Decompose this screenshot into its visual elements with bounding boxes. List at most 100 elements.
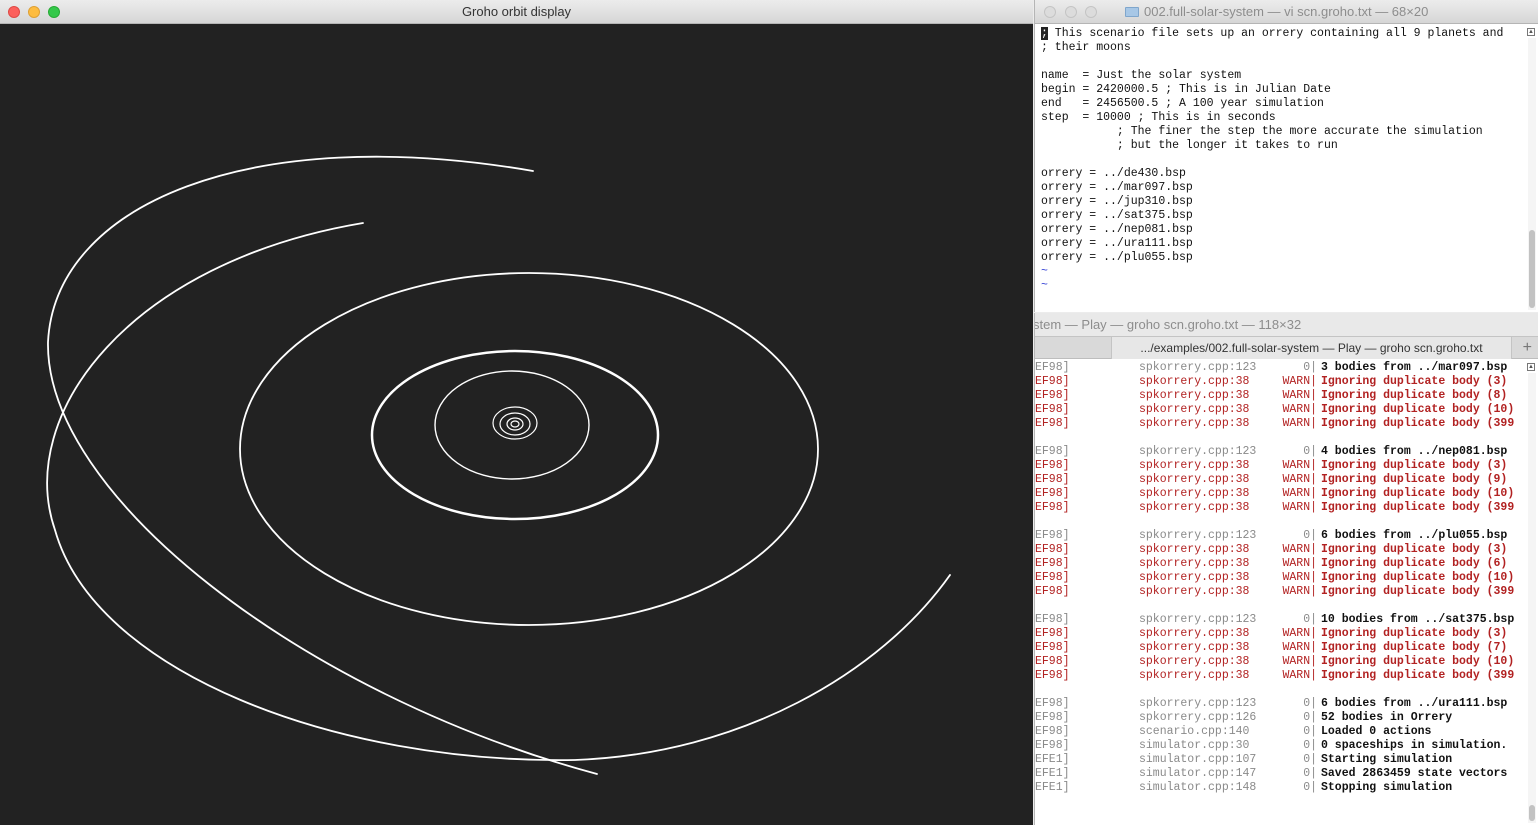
log-source: spkorrery.cpp:123	[1139, 613, 1257, 626]
vi-line: orrery = ../ura111.bsp	[1041, 237, 1193, 250]
log-source: simulator.cpp:147	[1139, 767, 1257, 780]
log-level: 0|	[1303, 697, 1317, 710]
orbit-window-titlebar[interactable]: Groho orbit display	[0, 0, 1033, 24]
log-window-titlebar[interactable]: stem — Play — groho scn.groho.txt — 118×…	[1035, 313, 1538, 336]
log-thread-tag: EF98]	[1035, 417, 1070, 430]
vi-editor-buffer[interactable]: ; This scenario file sets up an orrery c…	[1041, 27, 1503, 293]
log-message: Ignoring duplicate body (10)	[1321, 403, 1515, 416]
log-source: spkorrery.cpp:38	[1139, 543, 1250, 556]
tab-play-groho[interactable]: .../examples/002.full-solar-system — Pla…	[1111, 337, 1512, 359]
vi-line-text: This scenario file sets up an orrery con…	[1047, 27, 1504, 40]
log-level: WARN|	[1282, 557, 1317, 570]
log-source: spkorrery.cpp:38	[1139, 403, 1250, 416]
close-window-button[interactable]	[1044, 6, 1056, 18]
orbit-uranus	[239, 272, 819, 626]
vi-line: ; This scenario file sets up an orrery c…	[1041, 27, 1503, 41]
log-source: spkorrery.cpp:38	[1139, 487, 1250, 500]
log-source: spkorrery.cpp:123	[1139, 529, 1257, 542]
log-level: WARN|	[1282, 473, 1317, 486]
log-message: Ignoring duplicate body (3)	[1321, 627, 1508, 640]
zoom-window-button[interactable]	[1085, 6, 1097, 18]
vi-window-title: 002.full-solar-system — vi scn.groho.txt…	[1125, 4, 1428, 19]
log-source: spkorrery.cpp:38	[1139, 375, 1250, 388]
orbit-earth	[499, 412, 531, 436]
log-scrollbar[interactable]	[1528, 373, 1536, 823]
log-thread-tag: EF98]	[1035, 487, 1070, 500]
log-source: spkorrery.cpp:38	[1139, 655, 1250, 668]
log-source: spkorrery.cpp:38	[1139, 585, 1250, 598]
log-message: Loaded 0 actions	[1321, 725, 1432, 738]
log-message: Ignoring duplicate body (3)	[1321, 459, 1508, 472]
minimize-window-button[interactable]	[1065, 6, 1077, 18]
vi-line	[1041, 153, 1503, 167]
log-message: Ignoring duplicate body (3)	[1321, 375, 1508, 388]
vi-line: ; but the longer it takes to run	[1041, 139, 1338, 152]
log-source: spkorrery.cpp:123	[1139, 445, 1257, 458]
orbit-venus	[506, 417, 524, 431]
log-scrollbar-thumb[interactable]	[1529, 805, 1535, 821]
log-source: spkorrery.cpp:38	[1139, 557, 1250, 570]
log-source: spkorrery.cpp:38	[1139, 641, 1250, 654]
orbit-pluto	[47, 155, 598, 775]
scroll-up-arrow[interactable]: ▲	[1527, 363, 1535, 371]
log-thread-tag: EF98]	[1035, 459, 1070, 472]
log-message: Ignoring duplicate body (399	[1321, 585, 1515, 598]
log-source: spkorrery.cpp:38	[1139, 501, 1250, 514]
log-source: spkorrery.cpp:123	[1139, 361, 1257, 374]
vi-terminal-window: 002.full-solar-system — vi scn.groho.txt…	[1034, 0, 1538, 312]
log-level: WARN|	[1282, 487, 1317, 500]
log-level: WARN|	[1282, 417, 1317, 430]
vi-empty-line-tilde: ~	[1041, 265, 1048, 278]
log-thread-tag: EF98]	[1035, 711, 1070, 724]
vi-scrollbar-thumb[interactable]	[1529, 230, 1535, 308]
log-window-title: stem — Play — groho scn.groho.txt — 118×…	[1034, 317, 1302, 332]
vi-line: ; The finer the step the more accurate t…	[1041, 125, 1483, 138]
log-source: spkorrery.cpp:38	[1139, 389, 1250, 402]
log-thread-tag: EF98]	[1035, 403, 1070, 416]
log-source: spkorrery.cpp:38	[1139, 459, 1250, 472]
log-message: Ignoring duplicate body (6)	[1321, 557, 1508, 570]
log-level: WARN|	[1282, 641, 1317, 654]
log-thread-tag: EF98]	[1035, 375, 1070, 388]
vi-line: end = 2456500.5 ; A 100 year simulation	[1041, 97, 1324, 110]
vi-scrollbar[interactable]	[1528, 38, 1536, 310]
log-message: Ignoring duplicate body (10)	[1321, 487, 1515, 500]
log-message: 10 bodies from ../sat375.bsp	[1321, 613, 1515, 626]
log-source: spkorrery.cpp:38	[1139, 473, 1250, 486]
orbit-mercury	[510, 420, 520, 428]
log-thread-tag: EFE1]	[1035, 767, 1070, 780]
orbit-window-title: Groho orbit display	[461, 4, 572, 19]
log-thread-tag: EF98]	[1035, 361, 1070, 374]
vi-cursor: ;	[1041, 27, 1048, 40]
new-tab-plus-icon[interactable]: +	[1523, 339, 1532, 357]
log-thread-tag: EF98]	[1035, 445, 1070, 458]
log-thread-tag: EF98]	[1035, 501, 1070, 514]
vi-line: orrery = ../de430.bsp	[1041, 167, 1186, 180]
log-level: 0|	[1303, 613, 1317, 626]
log-thread-tag: EF98]	[1035, 641, 1070, 654]
log-source: spkorrery.cpp:38	[1139, 627, 1250, 640]
log-message: 4 bodies from ../nep081.bsp	[1321, 445, 1508, 458]
orbit-canvas[interactable]	[0, 24, 1033, 825]
log-message: Ignoring duplicate body (7)	[1321, 641, 1508, 654]
vi-line: orrery = ../sat375.bsp	[1041, 209, 1193, 222]
log-terminal-window: stem — Play — groho scn.groho.txt — 118×…	[1034, 313, 1538, 825]
scroll-up-arrow[interactable]: ▲	[1527, 28, 1535, 36]
log-message: Ignoring duplicate body (10)	[1321, 655, 1515, 668]
log-message: Saved 2863459 state vectors	[1321, 767, 1508, 780]
vi-window-titlebar[interactable]: 002.full-solar-system — vi scn.groho.txt…	[1035, 0, 1538, 24]
vi-line: ; their moons	[1041, 41, 1131, 54]
log-thread-tag: EF98]	[1035, 697, 1070, 710]
log-message: Ignoring duplicate body (399	[1321, 669, 1515, 682]
log-message: Ignoring duplicate body (3)	[1321, 543, 1508, 556]
log-level: WARN|	[1282, 655, 1317, 668]
log-level: WARN|	[1282, 627, 1317, 640]
log-level: WARN|	[1282, 389, 1317, 402]
vi-window-title-text: 002.full-solar-system — vi scn.groho.txt…	[1144, 4, 1429, 19]
log-thread-tag: EFE1]	[1035, 781, 1070, 794]
log-source: spkorrery.cpp:123	[1139, 697, 1257, 710]
log-level: 0|	[1303, 725, 1317, 738]
log-level: WARN|	[1282, 375, 1317, 388]
log-level: WARN|	[1282, 403, 1317, 416]
log-message: Ignoring duplicate body (399	[1321, 417, 1515, 430]
